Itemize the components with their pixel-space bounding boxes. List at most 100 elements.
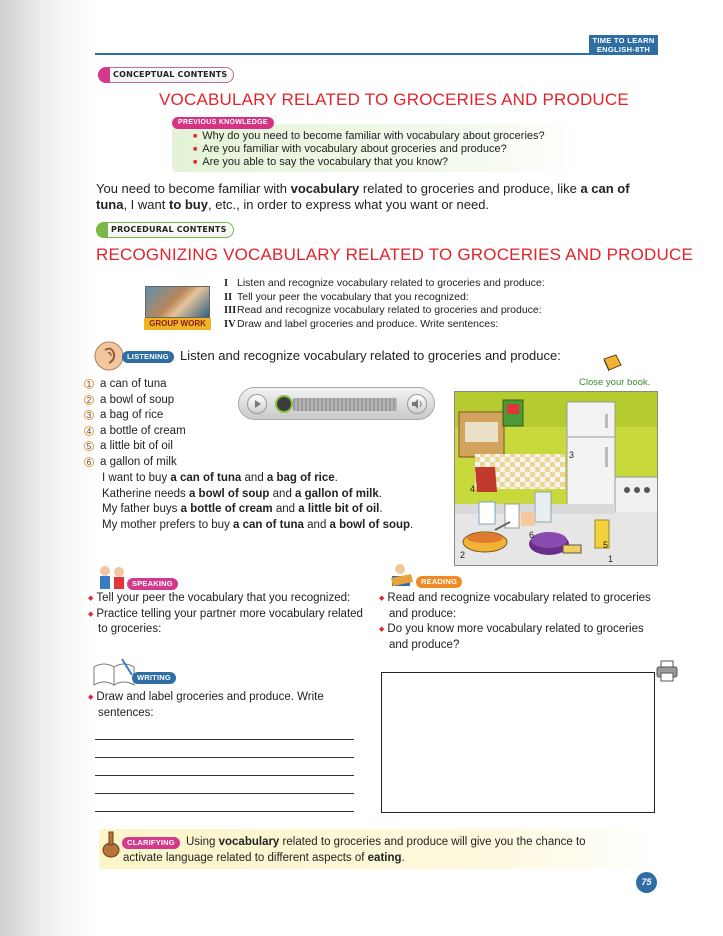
step-number: I: [224, 278, 229, 289]
reading-list: Read and recognize vocabulary related to…: [379, 591, 661, 653]
clarifying-text: .: [401, 852, 405, 864]
sentence-text: and: [241, 472, 267, 484]
item-number: 4: [84, 425, 94, 436]
header-tab-line1: TIME TO LEARN: [592, 36, 655, 45]
sentence-bold: a bowl of soup: [329, 518, 411, 531]
writing-line[interactable]: [95, 811, 354, 812]
svg-text:1: 1: [608, 554, 613, 564]
kitchen-illustration: 1 2 3 4 5 6: [454, 391, 658, 566]
clarifying-bold: vocabulary: [218, 836, 280, 848]
speaker-icon: [412, 399, 422, 409]
item-text: a bag of rice: [100, 409, 164, 421]
item-text: a little bit of oil: [100, 440, 173, 452]
audio-player: [238, 387, 435, 420]
printer-icon[interactable]: [655, 659, 679, 683]
item-text: a gallon of milk: [100, 455, 177, 468]
conceptual-title: VOCABULARY RELATED TO GROCERIES AND PROD…: [159, 90, 629, 109]
speaking-tag: SPEAKING: [127, 578, 178, 590]
listening-instruction: Listen and recognize vocabulary related …: [180, 348, 561, 363]
item-number: 2: [84, 394, 94, 405]
svg-text:4: 4: [470, 484, 475, 494]
svg-text:3: 3: [569, 450, 574, 460]
step-item: II Tell your peer the vocabulary that you…: [224, 291, 604, 305]
svg-text:2: 2: [460, 550, 465, 560]
intro-bold: vocabulary: [290, 181, 360, 196]
vocabulary-list: 1 a can of tuna 2 a bowl of soup 3 a bag of…: [84, 377, 224, 470]
step-number: III: [224, 305, 237, 316]
header-tab: TIME TO LEARN ENGLISH-8TH: [589, 35, 658, 55]
sentence-bold: a bottle of cream: [180, 503, 273, 515]
speaking-icon: [97, 563, 127, 591]
listening-tag: LISTENING: [122, 351, 174, 363]
reading-icon: [387, 562, 417, 588]
svg-text:6: 6: [529, 530, 534, 540]
sentence: I want to buy a can of tuna and a bag of…: [102, 471, 447, 487]
progress-track[interactable]: [293, 398, 397, 411]
step-item: IIIRead and recognize vocabulary related…: [224, 304, 604, 318]
play-button[interactable]: [247, 394, 267, 414]
ear-icon: [94, 341, 124, 371]
intro-text: , etc., in order to express what you wan…: [207, 197, 490, 212]
book-icon: [601, 353, 623, 373]
step-number: II: [224, 291, 233, 303]
writing-lines: [95, 739, 354, 829]
writing-line[interactable]: [95, 739, 354, 740]
close-book-note: Close your book.: [579, 377, 651, 388]
spoon-icon: [100, 830, 122, 860]
item-number: 1: [84, 379, 94, 389]
speaking-item: Practice telling your partner more vocab…: [88, 607, 370, 638]
list-item: 6 a gallon of milk: [84, 455, 224, 471]
group-work-photo: [145, 286, 210, 318]
sentence-text: and: [269, 487, 296, 500]
step-text: Tell your peer the vocabulary that you r…: [237, 290, 469, 303]
sentence-text: I want to buy: [102, 472, 171, 484]
sentence: My mother prefers to buy a can of tuna a…: [102, 518, 447, 534]
item-text: a bowl of soup: [100, 393, 175, 406]
list-item: 2 a bowl of soup: [84, 393, 224, 409]
example-sentences: I want to buy a can of tuna and a bag of…: [102, 471, 447, 533]
clarifying-bold: eating: [367, 852, 402, 864]
progress-knob[interactable]: [275, 395, 293, 413]
list-item: 1 a can of tuna: [84, 377, 224, 393]
writing-instruction: Draw and label groceries and produce. Wr…: [88, 690, 368, 721]
writing-line[interactable]: [95, 757, 354, 758]
question-item: Are you familiar with vocabulary about g…: [193, 143, 578, 156]
step-item: IVDraw and label groceries and produce. …: [224, 318, 604, 332]
intro-text: related to groceries and produce, like: [359, 181, 581, 196]
sentence-text: .: [378, 487, 382, 500]
drawing-box[interactable]: [381, 672, 655, 813]
sentence: Katherine needs a bowl of soup and a gal…: [102, 487, 447, 503]
writing-instruction-text: Draw and label groceries and produce. Wr…: [88, 691, 324, 719]
previous-knowledge-questions: Why do you need to become familiar with …: [193, 130, 578, 169]
clarifying-tag: CLARIFYING: [122, 837, 180, 849]
speaking-list: Tell your peer the vocabulary that you r…: [88, 591, 370, 638]
previous-knowledge-label: PREVIOUS KNOWLEDGE: [172, 117, 274, 129]
clarifying-text: activate language related to different a…: [123, 852, 368, 864]
writing-line[interactable]: [95, 775, 354, 776]
writing-line[interactable]: [95, 793, 354, 794]
volume-button[interactable]: [407, 394, 427, 414]
writing-book-icon: [92, 657, 138, 687]
sentence-text: and: [272, 503, 299, 515]
item-text: a bottle of cream: [100, 424, 186, 437]
procedural-title: RECOGNIZING VOCABULARY RELATED TO GROCER…: [96, 245, 693, 264]
sentence-text: My father buys: [102, 503, 181, 515]
speaking-item: Tell your peer the vocabulary that you r…: [88, 591, 370, 607]
item-number: 5: [84, 441, 94, 451]
step-text: Listen and recognize vocabulary related …: [237, 277, 545, 289]
sentence-text: My mother prefers to buy: [102, 518, 234, 531]
step-text: Read and recognize vocabulary related to…: [237, 304, 542, 316]
sentence-bold: a gallon of milk: [295, 487, 379, 500]
item-text: a can of tuna: [100, 378, 167, 390]
sentence-text: and: [303, 518, 330, 531]
question-item: Why do you need to become familiar with …: [193, 130, 578, 143]
procedure-steps: I Listen and recognize vocabulary related…: [224, 277, 604, 331]
clarifying-line2: activate language related to different a…: [123, 852, 405, 864]
sentence-bold: a can of tuna: [170, 472, 242, 484]
header-tab-line2: ENGLISH-8TH: [596, 45, 651, 54]
clarifying-line1: Using vocabulary related to groceries an…: [186, 836, 586, 848]
sentence: My father buys a bottle of cream and a l…: [102, 502, 447, 518]
item-number: 6: [84, 456, 94, 467]
step-number: IV: [224, 318, 236, 330]
reading-tag: READING: [416, 576, 462, 588]
